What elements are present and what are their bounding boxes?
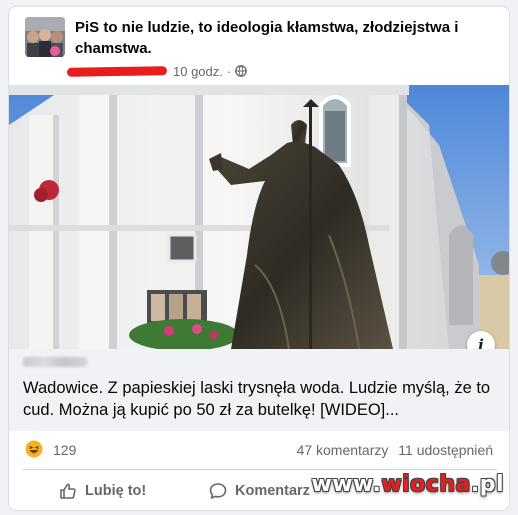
meta-separator: ·: [226, 63, 232, 79]
thumbs-up-icon: [60, 483, 76, 499]
comments-count[interactable]: 47 komentarzy: [297, 442, 389, 458]
post-header: PiS to nie ludzie, to ideologia kłamstwa…: [9, 7, 509, 85]
link-title[interactable]: Wadowice. Z papieskiej laski trysnęła wo…: [23, 377, 497, 421]
post-time[interactable]: 10 godz.: [173, 64, 223, 79]
haha-icon[interactable]: [25, 440, 43, 458]
comment-button[interactable]: Komentarz: [209, 478, 310, 504]
watermark-prefix: www.: [311, 472, 382, 497]
comment-icon: [209, 483, 227, 499]
comment-label: Komentarz: [235, 483, 310, 499]
blurred-domain: [23, 357, 87, 367]
watermark-suffix: .pl: [470, 472, 504, 497]
post-card: PiS to nie ludzie, to ideologia kłamstwa…: [8, 6, 510, 511]
redacted-author-name: [66, 65, 168, 77]
globe-icon: [235, 65, 248, 77]
link-preview-text[interactable]: Wadowice. Z papieskiej laski trysnęła wo…: [9, 349, 509, 431]
group-name-link[interactable]: PiS to nie ludzie, to ideologia kłamstwa…: [75, 17, 485, 59]
watermark-name: wiocha: [381, 472, 471, 497]
like-button[interactable]: Lubię to!: [59, 478, 146, 504]
engagement-counts: 129 47 komentarzy 11 udostępnień: [9, 431, 509, 469]
comment-share-counts: 47 komentarzy 11 udostępnień: [291, 442, 493, 458]
site-watermark: www.wiocha.pl: [311, 472, 504, 497]
like-label: Lubię to!: [85, 483, 147, 499]
post-meta: 10 godz. ·: [66, 62, 248, 80]
shares-count[interactable]: 11 udostępnień: [398, 442, 493, 458]
group-avatar[interactable]: [25, 17, 65, 57]
reaction-count[interactable]: 129: [53, 442, 76, 458]
link-preview-image[interactable]: [9, 85, 509, 349]
